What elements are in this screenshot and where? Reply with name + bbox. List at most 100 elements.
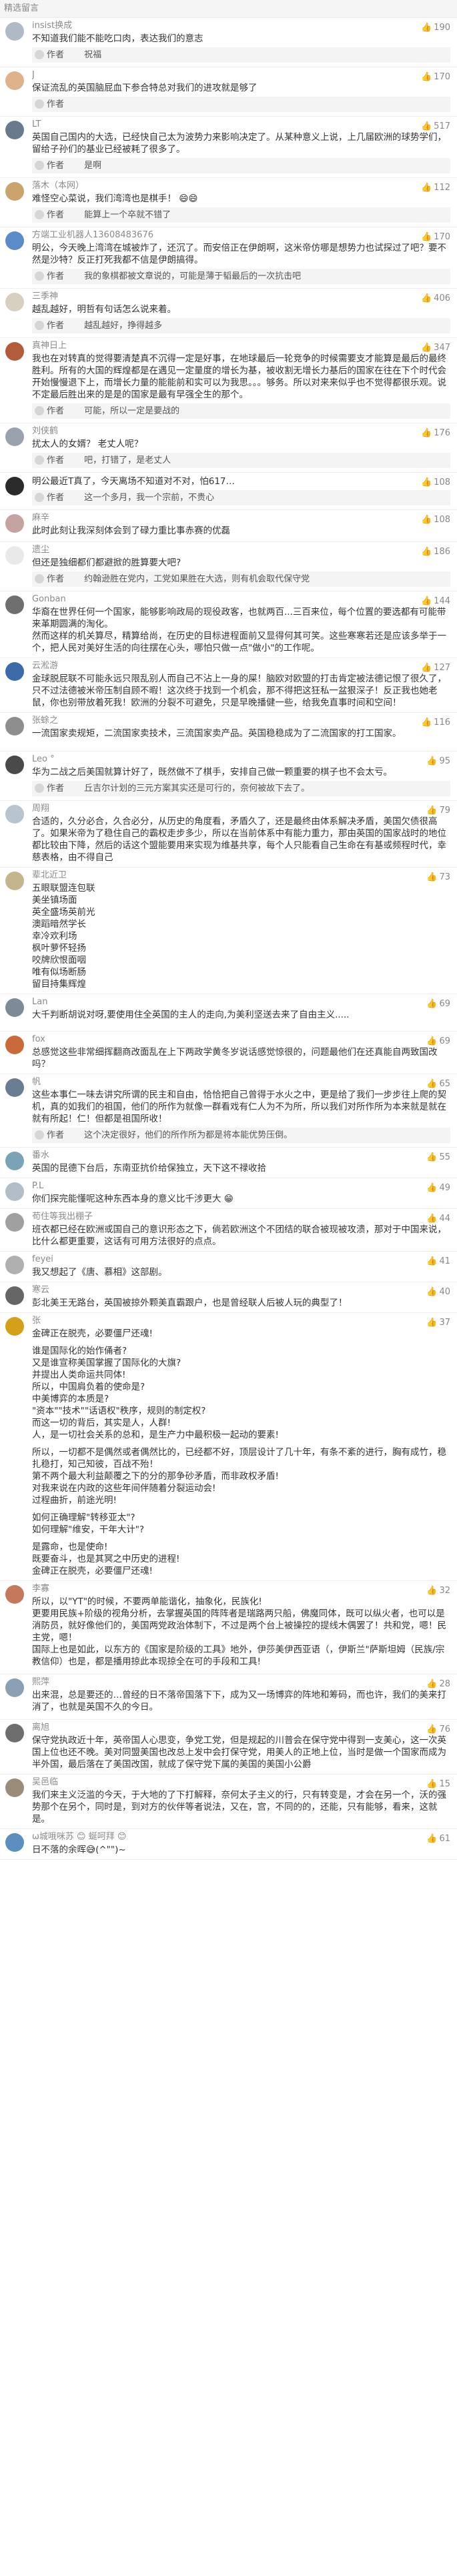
- like-button[interactable]: 👍 116: [421, 718, 450, 728]
- comment-line: 又是谁宣称美国掌握了国际化的大旗?: [32, 1358, 181, 1368]
- like-button[interactable]: 👍 144: [421, 596, 450, 606]
- comment-username[interactable]: 落木（本网）: [32, 180, 450, 192]
- avatar[interactable]: [5, 546, 24, 565]
- avatar[interactable]: [5, 1286, 24, 1305]
- like-button[interactable]: 👍 37: [426, 1318, 450, 1328]
- comment-username[interactable]: 苟住等我出棚子: [32, 1211, 450, 1223]
- avatar[interactable]: [5, 756, 24, 774]
- comment-username[interactable]: J: [32, 69, 450, 81]
- avatar[interactable]: [5, 1585, 24, 1604]
- avatar[interactable]: [5, 662, 24, 681]
- comment-text: 大千判断胡说对呀,要使用住全英国的主人的走向,为美利坚送去来了自由主义.....: [32, 1009, 450, 1021]
- like-button[interactable]: 👍 127: [421, 663, 450, 673]
- comment-username[interactable]: 麻辛: [32, 512, 450, 524]
- comment-username[interactable]: 番水: [32, 1150, 450, 1162]
- comment-username[interactable]: Gonban: [32, 593, 450, 605]
- comment-username[interactable]: 寒云: [32, 1284, 450, 1296]
- avatar[interactable]: [5, 1078, 24, 1097]
- comment-username[interactable]: 辈北近卫: [32, 870, 450, 882]
- comment-username[interactable]: Lan: [32, 996, 450, 1008]
- like-button[interactable]: 👍 61: [426, 1834, 450, 1844]
- comment-username[interactable]: 方端工业机器人13608483676: [32, 229, 450, 241]
- avatar[interactable]: [5, 427, 24, 446]
- comment-username[interactable]: fox: [32, 1034, 450, 1046]
- avatar[interactable]: [5, 717, 24, 736]
- comment-item: Gonban 👍 144 华裔在世界任何一个国家，能够影响政局的现役政客，也就两百..…: [0, 591, 457, 658]
- like-button[interactable]: 👍 112: [421, 183, 450, 193]
- like-button[interactable]: 👍 347: [421, 343, 450, 353]
- like-button[interactable]: 👍 176: [421, 428, 450, 438]
- avatar[interactable]: [5, 342, 24, 361]
- comment-username[interactable]: 吴邑临: [32, 1776, 450, 1788]
- like-button[interactable]: 👍 49: [426, 1183, 450, 1193]
- avatar[interactable]: [5, 1833, 24, 1852]
- comment-username[interactable]: 三季神: [32, 291, 450, 303]
- avatar[interactable]: [5, 514, 24, 533]
- avatar[interactable]: [5, 71, 24, 90]
- like-button[interactable]: 👍 65: [426, 1079, 450, 1089]
- avatar[interactable]: [5, 1724, 24, 1742]
- comment-username[interactable]: 遗尘: [32, 544, 450, 556]
- avatar[interactable]: [5, 1678, 24, 1697]
- comment-username[interactable]: LT: [32, 119, 450, 131]
- avatar[interactable]: [5, 805, 24, 824]
- avatar[interactable]: [5, 1182, 24, 1201]
- comment-username[interactable]: 帆: [32, 1076, 450, 1088]
- avatar[interactable]: [5, 1317, 24, 1336]
- like-button[interactable]: 👍 15: [426, 1779, 450, 1789]
- avatar[interactable]: [5, 595, 24, 614]
- like-button[interactable]: 👍 73: [426, 872, 450, 882]
- like-button[interactable]: 👍 69: [426, 999, 450, 1009]
- like-button[interactable]: 👍 40: [426, 1287, 450, 1297]
- like-button[interactable]: 👍 41: [426, 1256, 450, 1266]
- comment-username[interactable]: insist换成: [32, 20, 450, 32]
- comment-username[interactable]: 周翔: [32, 803, 450, 815]
- avatar[interactable]: [5, 477, 24, 495]
- like-button[interactable]: 👍 79: [426, 806, 450, 816]
- like-button[interactable]: 👍 32: [426, 1586, 450, 1596]
- like-button[interactable]: 👍 95: [426, 756, 450, 766]
- like-button[interactable]: 👍 28: [426, 1679, 450, 1689]
- like-button[interactable]: 👍 108: [421, 515, 450, 525]
- comment-line: 金碑正在脱壳，必要僵尸还魂!: [32, 1328, 153, 1339]
- comment-username[interactable]: feyei: [32, 1254, 450, 1266]
- avatar[interactable]: [5, 231, 24, 250]
- comment-username[interactable]: 刘侠鹤: [32, 425, 450, 437]
- avatar[interactable]: [5, 1152, 24, 1170]
- avatar[interactable]: [5, 1256, 24, 1274]
- comment-username[interactable]: P.L: [32, 1180, 450, 1192]
- comment-username[interactable]: 张蜍之: [32, 715, 450, 727]
- like-button[interactable]: 👍 406: [421, 293, 450, 303]
- comment-username[interactable]: 李寡: [32, 1583, 450, 1595]
- avatar[interactable]: [5, 872, 24, 890]
- avatar[interactable]: [5, 1778, 24, 1797]
- avatar[interactable]: [5, 293, 24, 311]
- thumbs-up-icon: 👍: [426, 1256, 438, 1266]
- like-button[interactable]: 👍 170: [421, 72, 450, 82]
- avatar[interactable]: [5, 182, 24, 201]
- comment-username[interactable]: 张: [32, 1315, 450, 1327]
- like-button[interactable]: 👍 517: [421, 121, 450, 131]
- avatar[interactable]: [5, 998, 24, 1017]
- like-button[interactable]: 👍 170: [421, 232, 450, 242]
- comment-username[interactable]: Leo °: [32, 754, 450, 766]
- comment-username[interactable]: 熙萍: [32, 1676, 450, 1688]
- like-button[interactable]: 👍 76: [426, 1724, 450, 1734]
- avatar[interactable]: [5, 121, 24, 139]
- like-button[interactable]: 👍 190: [421, 23, 450, 33]
- like-button[interactable]: 👍 55: [426, 1152, 450, 1162]
- comment-username[interactable]: 真神日上: [32, 340, 450, 352]
- avatar[interactable]: [5, 1213, 24, 1232]
- like-button[interactable]: 👍 69: [426, 1036, 450, 1046]
- comment-username[interactable]: ω城哦咪苏 😊 蜒呵拜 😊: [32, 1831, 450, 1843]
- comment-item: 周翔 👍 79 合适的，久分必合，久合必分，从历史的角度看，矛盾久了，还是最终由体系解…: [0, 801, 457, 868]
- like-button[interactable]: 👍 108: [421, 477, 450, 487]
- avatar[interactable]: [5, 22, 24, 41]
- like-button[interactable]: 👍 186: [421, 547, 450, 557]
- avatar[interactable]: [5, 1036, 24, 1054]
- like-button[interactable]: 👍 44: [426, 1214, 450, 1224]
- comment-username[interactable]: 云淞游: [32, 660, 450, 672]
- like-count: 127: [434, 663, 450, 673]
- comment-username[interactable]: 离旭: [32, 1722, 450, 1734]
- comment-line: 但还是独细都们都避掀的胜算要大吧?: [32, 557, 181, 568]
